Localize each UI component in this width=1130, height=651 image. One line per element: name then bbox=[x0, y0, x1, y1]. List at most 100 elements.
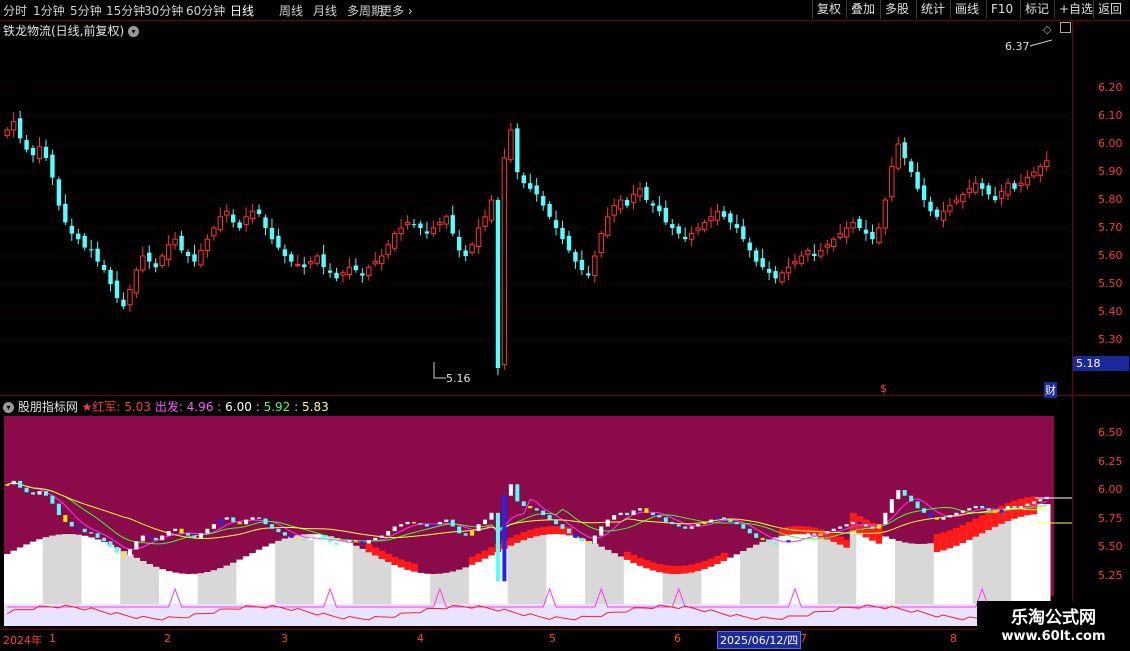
mini-candle bbox=[521, 501, 526, 506]
volume-step bbox=[352, 545, 360, 604]
timeframe-3[interactable]: 15分钟 bbox=[106, 2, 145, 19]
candle-body bbox=[211, 227, 217, 237]
red-cap bbox=[552, 526, 560, 535]
dollar-marker[interactable]: $ bbox=[880, 382, 887, 395]
candle-body bbox=[586, 273, 591, 276]
main-candlestick-chart[interactable] bbox=[0, 36, 1072, 394]
timeframe-1[interactable]: 1分钟 bbox=[33, 2, 65, 19]
candle-body bbox=[76, 233, 81, 240]
mini-candle bbox=[792, 537, 797, 541]
mini-candle bbox=[198, 533, 203, 538]
main-y-tick: 5.80 bbox=[1098, 193, 1123, 206]
red-cap bbox=[675, 565, 683, 574]
candle-body bbox=[870, 231, 875, 240]
mini-candle bbox=[696, 524, 701, 527]
toolbar-button-5[interactable]: F10 bbox=[986, 0, 1017, 19]
toolbar-button-7[interactable]: +自选 bbox=[1054, 0, 1097, 19]
watermark: 乐淘公式网 www.60lt.com bbox=[977, 601, 1130, 650]
timeframe-2[interactable]: 5分钟 bbox=[70, 2, 102, 19]
volume-step bbox=[275, 540, 283, 604]
volume-step bbox=[533, 536, 541, 604]
volume-step bbox=[559, 534, 567, 604]
timeframe-9[interactable]: 多周期 bbox=[347, 2, 383, 19]
mini-candle bbox=[980, 505, 985, 509]
mini-candle bbox=[1025, 503, 1030, 506]
timeframe-0[interactable]: 分时 bbox=[3, 2, 27, 19]
mini-candle bbox=[618, 512, 623, 516]
toolbar-button-2[interactable]: 多股 bbox=[880, 0, 913, 19]
volume-step bbox=[869, 530, 877, 604]
volume-step bbox=[197, 573, 205, 604]
candle-body bbox=[95, 248, 100, 262]
candle-body bbox=[398, 227, 404, 235]
candle-body bbox=[430, 227, 437, 235]
toolbar-button-6[interactable]: 标记 bbox=[1020, 0, 1053, 19]
mini-candle bbox=[586, 541, 591, 544]
chufa-label: 出发: bbox=[154, 400, 183, 414]
timeframe-7[interactable]: 周线 bbox=[279, 2, 303, 19]
timeframe-4[interactable]: 30分钟 bbox=[144, 2, 183, 19]
candle-body bbox=[1024, 177, 1031, 186]
volume-step bbox=[1043, 504, 1051, 604]
mini-candle bbox=[476, 524, 481, 532]
volume-step bbox=[1037, 504, 1045, 604]
volume-step bbox=[643, 568, 651, 604]
mini-candle bbox=[825, 531, 830, 534]
main-y-tick: 6.20 bbox=[1098, 81, 1123, 94]
candle-body bbox=[547, 203, 552, 217]
main-y-tick: 6.00 bbox=[1098, 137, 1123, 150]
diamond-icon[interactable]: ◇ bbox=[1043, 23, 1051, 36]
candle-body bbox=[934, 209, 940, 217]
volume-step bbox=[765, 539, 773, 604]
indicator-y-tick: 5.50 bbox=[1098, 540, 1123, 553]
timeframe-10[interactable]: 更多 › bbox=[380, 2, 413, 19]
candle-body bbox=[966, 188, 972, 194]
candle-body bbox=[204, 238, 211, 251]
toolbar-button-0[interactable]: 复权 bbox=[812, 0, 845, 19]
candle-body bbox=[553, 220, 559, 228]
mini-candle bbox=[935, 517, 940, 520]
toolbar-button-8[interactable]: 返回 bbox=[1093, 0, 1126, 19]
candle-body bbox=[902, 142, 907, 158]
toolbar-button-1[interactable]: 叠加 bbox=[846, 0, 879, 19]
panel-toggle-icon[interactable] bbox=[1060, 22, 1071, 33]
indicator-chart[interactable] bbox=[0, 414, 1072, 628]
candle-body bbox=[147, 252, 152, 262]
volume-step bbox=[262, 546, 270, 604]
candle-body bbox=[960, 193, 966, 203]
timeframe-6[interactable]: 日线 bbox=[230, 2, 254, 19]
finance-marker[interactable]: 财 bbox=[1044, 382, 1057, 398]
red-cap bbox=[468, 556, 476, 565]
mini-candle bbox=[1012, 505, 1017, 509]
candle-body bbox=[404, 221, 411, 226]
mini-candle bbox=[450, 519, 455, 527]
candle-body bbox=[276, 235, 281, 248]
toolbar-button-4[interactable]: 画线 bbox=[950, 0, 983, 19]
volume-step bbox=[985, 520, 993, 604]
timeframe-5[interactable]: 60分钟 bbox=[186, 2, 225, 19]
mini-candle bbox=[160, 535, 165, 541]
mini-candle bbox=[579, 537, 584, 542]
candle-body bbox=[185, 252, 191, 256]
cursor-date: 2025/06/12/四 bbox=[717, 631, 802, 649]
chevron-down-icon[interactable]: ▾ bbox=[3, 402, 14, 413]
candle-body bbox=[63, 203, 68, 223]
candle-body bbox=[231, 214, 236, 223]
mini-candle bbox=[715, 517, 720, 520]
timeframe-8[interactable]: 月线 bbox=[313, 2, 337, 19]
candle-body bbox=[114, 280, 120, 298]
candle-body bbox=[657, 205, 662, 212]
mini-candle bbox=[709, 519, 714, 522]
candle-body bbox=[701, 221, 708, 231]
candle-body bbox=[121, 299, 126, 307]
mini-candle bbox=[412, 521, 417, 524]
mini-candle bbox=[18, 480, 23, 488]
volume-step bbox=[339, 540, 347, 604]
red-cap bbox=[720, 552, 728, 561]
star-value: 5.03 bbox=[124, 400, 152, 414]
toolbar-button-3[interactable]: 统计 bbox=[916, 0, 949, 19]
volume-step bbox=[126, 554, 134, 604]
volume-step bbox=[804, 534, 812, 604]
mini-candle bbox=[437, 521, 442, 525]
volume-step bbox=[746, 547, 754, 604]
